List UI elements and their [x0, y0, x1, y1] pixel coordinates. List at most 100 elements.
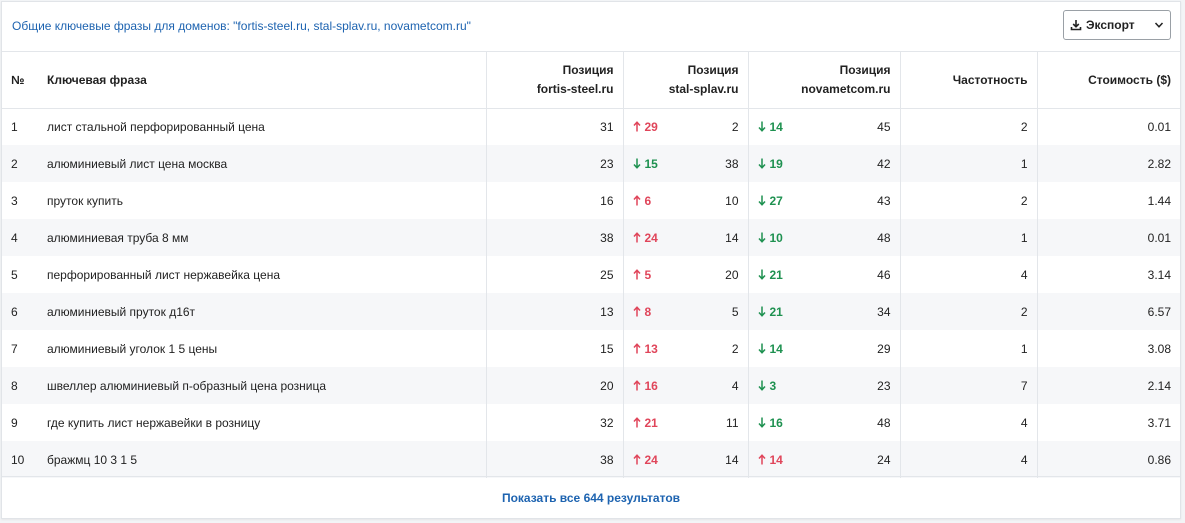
keywords-panel: Общие ключевые фразы для доменов: "forti… — [1, 1, 1181, 519]
position-change: 13 — [632, 342, 658, 356]
position-fortis-cell: 23 — [486, 145, 624, 182]
panel-header: Общие ключевые фразы для доменов: "forti… — [2, 2, 1180, 52]
column-header-position-stal[interactable]: Позиция stal-splav.ru — [623, 52, 749, 109]
panel-footer: Показать все 644 результатов — [2, 476, 1180, 518]
table-row: 7 алюминиевый уголок 1 5 цены 15 13 2 14 29 1 3.… — [2, 330, 1180, 367]
download-icon — [1070, 20, 1082, 31]
arrow-down-icon — [757, 232, 766, 243]
cost-cell: 2.14 — [1037, 367, 1180, 404]
position-change-value: 5 — [644, 267, 652, 282]
position-change-value: 27 — [769, 193, 783, 208]
cost-cell: 6.57 — [1037, 293, 1180, 330]
arrow-up-icon — [632, 269, 641, 280]
column-header-position-label: Позиция — [839, 62, 891, 77]
position-change-value: 10 — [769, 230, 783, 245]
position-change-value: 21 — [644, 415, 658, 430]
position-value: 24 — [877, 452, 891, 467]
arrow-down-icon — [757, 343, 766, 354]
arrow-up-icon — [632, 343, 641, 354]
row-number: 1 — [11, 119, 18, 134]
position-value: 5 — [731, 304, 739, 319]
position-stal-cell: 85 — [623, 293, 749, 330]
position-change: 10 — [757, 230, 783, 245]
export-button[interactable]: Экспорт — [1063, 10, 1171, 40]
position-stal-cell: 29 2 — [623, 108, 749, 145]
position-change-value: 15 — [644, 156, 658, 171]
position-fortis-cell: 16 — [486, 182, 624, 219]
table-row: 9 где купить лист нержавейки в розницу 32 2… — [2, 404, 1180, 441]
position-novametcom-cell: 21 34 — [748, 293, 901, 330]
cost-cell: 3.14 — [1147, 267, 1171, 282]
frequency-cell: 7 — [900, 367, 1038, 404]
position-novametcom-cell: 14 45 — [748, 108, 901, 145]
arrow-down-icon — [757, 306, 766, 317]
arrow-up-icon — [757, 454, 766, 465]
position-value: 14 — [725, 230, 739, 245]
keyword-cell: лист стальной перфорированный цена — [38, 108, 487, 145]
keyword-cell: алюминиевая труба 8 мм — [38, 219, 487, 256]
table-row: 5 перфорированный лист нержавейка цена 25 5… — [2, 256, 1180, 293]
position-change-value: 16 — [644, 378, 658, 393]
keyword-cell: пруток купить — [38, 182, 487, 219]
position-stal-cell: 21 11 — [623, 404, 749, 441]
position-change: 14 — [757, 453, 783, 467]
position-change: 29 — [632, 120, 658, 134]
table-row: 10 бражмц 10 3 1 5 38 24 14 14 24 4 0.86 — [2, 441, 1180, 478]
position-novametcom-cell: 27 43 — [748, 182, 901, 219]
column-header-cost[interactable]: Стоимость ($) — [1037, 52, 1180, 109]
position-change-value: 3 — [769, 378, 777, 393]
keyword-cell: алюминиевый уголок 1 5 цены — [38, 330, 487, 367]
position-value: 46 — [877, 267, 891, 282]
arrow-up-icon — [632, 454, 641, 465]
row-number: 2 — [2, 145, 38, 182]
column-header-frequency[interactable]: Частотность — [900, 52, 1038, 109]
position-novametcom-cell: 14 29 — [748, 330, 901, 367]
position-fortis-cell: 15 — [486, 330, 624, 367]
show-all-results-link[interactable]: Показать все 644 результатов — [502, 491, 680, 505]
position-change: 5 — [632, 267, 652, 282]
keyword-cell: перфорированный лист нержавейка цена — [38, 256, 487, 293]
chevron-down-icon — [1154, 22, 1164, 28]
position-value: 48 — [877, 415, 891, 430]
arrow-up-icon — [632, 417, 641, 428]
row-number: 3 — [11, 193, 18, 208]
position-change: 21 — [757, 304, 783, 319]
arrow-up-icon — [632, 195, 641, 206]
column-header-keyword[interactable]: Ключевая фраза — [38, 52, 487, 109]
position-change-value: 21 — [769, 304, 783, 319]
cost-cell: 3.71 — [1147, 415, 1171, 430]
position-change: 14 — [757, 120, 783, 134]
keyword-cell: алюминиевый лист цена москва — [38, 145, 487, 182]
cost-cell: 0.86 — [1037, 441, 1180, 478]
position-change: 8 — [632, 305, 651, 319]
column-header-position-fortis[interactable]: Позиция fortis-steel.ru — [486, 52, 624, 109]
position-change-value: 19 — [769, 156, 783, 171]
position-change-value: 24 — [644, 230, 658, 245]
position-fortis-cell: 32 — [486, 404, 624, 441]
row-number: 6 — [2, 293, 38, 330]
position-change-value: 16 — [769, 415, 783, 430]
table-row: 8 швеллер алюминиевый п-образный цена роз… — [2, 367, 1180, 404]
arrow-down-icon — [632, 158, 641, 169]
keyword-cell: швеллер алюминиевый п-образный цена розн… — [38, 367, 487, 404]
position-fortis-cell: 13 — [486, 293, 624, 330]
position-novametcom-cell: 3 23 — [748, 367, 901, 404]
position-stal-cell: 6 10 — [623, 182, 749, 219]
position-novametcom-cell: 19 42 — [748, 145, 901, 182]
arrow-up-icon — [632, 380, 641, 391]
position-value: 45 — [877, 119, 891, 134]
keywords-table: № Ключевая фраза Позиция fortis-steel.ru… — [2, 52, 1180, 478]
arrow-up-icon — [632, 232, 641, 243]
arrow-down-icon — [757, 195, 766, 206]
position-change-value: 6 — [644, 193, 652, 208]
position-value: 38 — [725, 156, 739, 171]
panel-title: Общие ключевые фразы для доменов: "forti… — [12, 19, 471, 33]
column-header-position-novametcom[interactable]: Позиция novametcom.ru — [748, 52, 901, 109]
table-row: 2 алюминиевый лист цена москва 23 15 38 19 42 1… — [2, 145, 1180, 182]
position-novametcom-cell: 10 48 — [748, 219, 901, 256]
position-value: 14 — [725, 452, 739, 467]
position-value: 2 — [731, 341, 739, 356]
column-header-number[interactable]: № — [2, 52, 38, 109]
position-value: 2 — [731, 119, 739, 134]
position-change: 16 — [632, 378, 658, 393]
